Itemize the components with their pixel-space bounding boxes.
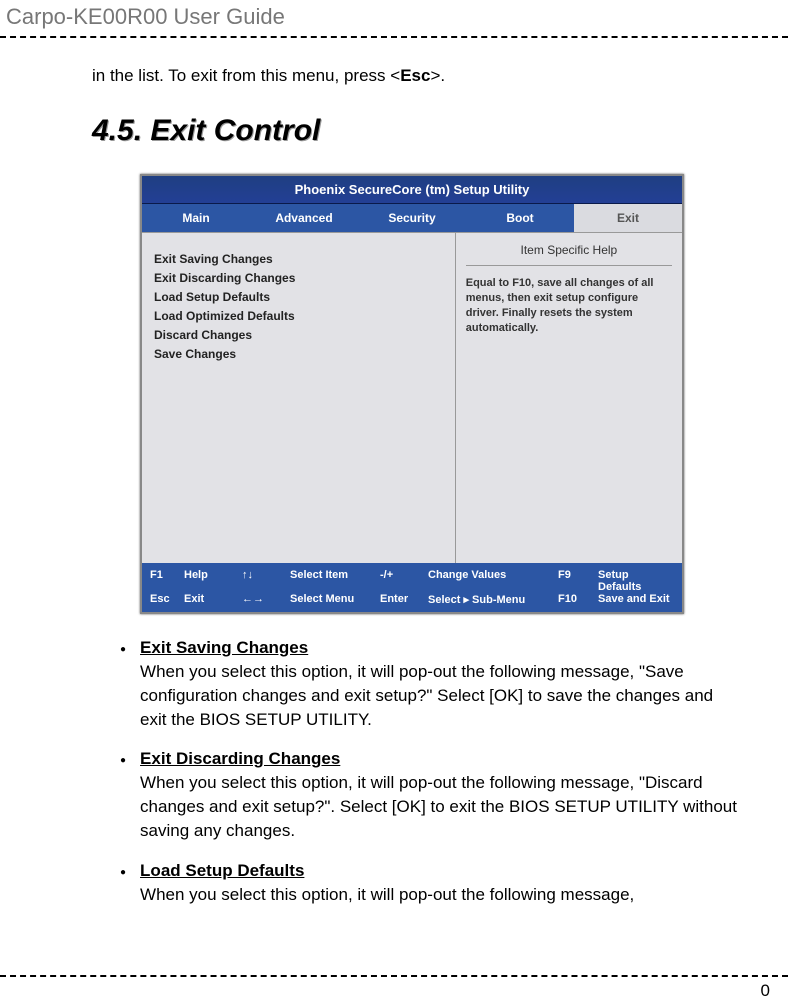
section-heading: 4.5. Exit Control [92,114,788,148]
foot-sym: Enter [380,593,428,606]
page-header: Carpo-KE00R00 User Guide [0,0,788,38]
help-title: Item Specific Help [466,243,672,266]
bios-menu-list: Exit Saving Changes Exit Discarding Chan… [142,233,455,563]
bios-item[interactable]: Exit Saving Changes [154,252,443,266]
page-number: 0 [761,981,770,1001]
bios-tabs: Main Advanced Security Boot Exit [142,204,682,232]
foot-key: F1 [150,569,184,593]
bullet-icon: ● [120,861,140,907]
tab-main[interactable]: Main [142,204,250,232]
foot-sym: ←→ [242,593,290,606]
footer-divider [0,975,788,977]
bios-help-panel: Item Specific Help Equal to F10, save al… [455,233,682,563]
bullet-icon: ● [120,749,140,842]
foot-sym: ↑↓ [242,569,290,593]
bullet-title: Load Setup Defaults [140,861,740,881]
foot-key: Esc [150,593,184,606]
bios-item[interactable]: Load Setup Defaults [154,290,443,304]
bullet-title: Exit Saving Changes [140,638,740,658]
intro-prefix: in the list. To exit from this menu, pre… [92,66,400,85]
bullet-icon: ● [120,638,140,731]
bullet-item: ● Exit Discarding Changes When you selec… [120,749,740,842]
bios-footer: F1 Help ↑↓ Select Item -/+ Change Values… [142,563,682,612]
tab-exit[interactable]: Exit [574,204,682,232]
intro-paragraph: in the list. To exit from this menu, pre… [92,66,788,86]
bios-item[interactable]: Load Optimized Defaults [154,309,443,323]
bullet-desc: When you select this option, it will pop… [140,883,740,907]
bullet-list: ● Exit Saving Changes When you select th… [120,638,740,907]
intro-key: Esc [400,66,430,85]
tab-advanced[interactable]: Advanced [250,204,358,232]
foot-faction: Setup Defaults [598,569,674,593]
help-body: Equal to F10, save all changes of all me… [466,276,672,335]
foot-label: Exit [184,593,242,606]
bullet-desc: When you select this option, it will pop… [140,771,740,842]
bios-item[interactable]: Discard Changes [154,328,443,342]
foot-fkey: F9 [558,569,598,593]
foot-action: Select Menu [290,593,380,606]
bios-screenshot: Phoenix SecureCore (tm) Setup Utility Ma… [140,174,684,614]
foot-action: Select ▸ Sub-Menu [428,593,558,606]
tab-boot[interactable]: Boot [466,204,574,232]
bios-title: Phoenix SecureCore (tm) Setup Utility [142,176,682,204]
intro-suffix: >. [430,66,445,85]
foot-sym: -/+ [380,569,428,593]
bios-item[interactable]: Save Changes [154,347,443,361]
bullet-desc: When you select this option, it will pop… [140,660,740,731]
foot-fkey: F10 [558,593,598,606]
foot-action: Select Item [290,569,380,593]
bullet-item: ● Exit Saving Changes When you select th… [120,638,740,731]
bullet-title: Exit Discarding Changes [140,749,740,769]
tab-security[interactable]: Security [358,204,466,232]
foot-action: Change Values [428,569,558,593]
foot-label: Help [184,569,242,593]
bullet-item: ● Load Setup Defaults When you select th… [120,861,740,907]
bios-item[interactable]: Exit Discarding Changes [154,271,443,285]
bios-body: Exit Saving Changes Exit Discarding Chan… [142,232,682,563]
foot-faction: Save and Exit [598,593,674,606]
